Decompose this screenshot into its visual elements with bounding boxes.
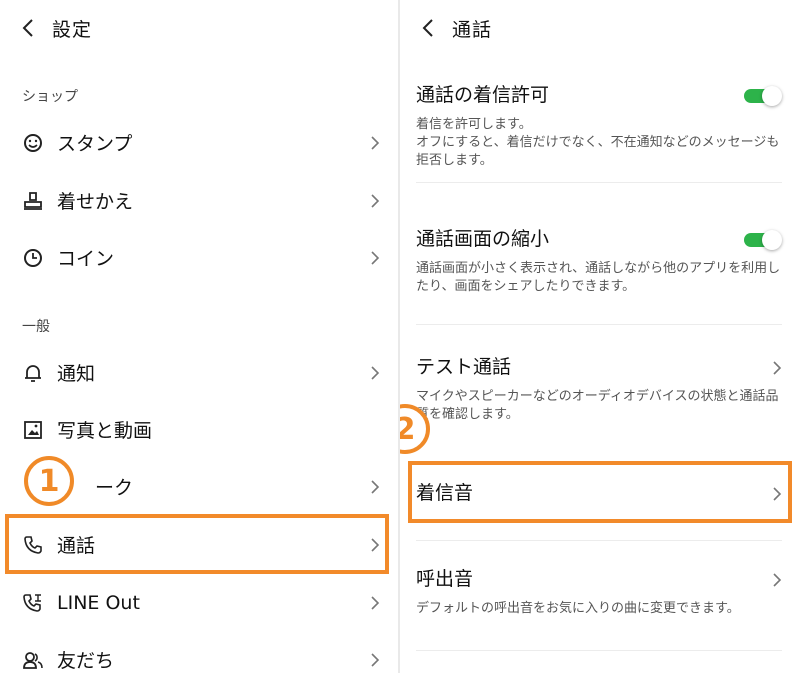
settings-item-notifications[interactable]: 通知 xyxy=(0,344,398,401)
setting-title: 通話の着信許可 xyxy=(416,84,550,106)
setting-title: テスト通話 xyxy=(416,356,512,378)
settings-item-label: 着せかえ xyxy=(57,191,134,213)
setting-description: マイクやスピーカーなどのオーディオデバイスの状態と通話品質を確認します。 xyxy=(416,389,779,422)
chevron-right-icon xyxy=(371,652,380,667)
settings-item-stamps[interactable]: スタンプ xyxy=(0,114,398,171)
chevron-right-icon xyxy=(371,365,380,380)
settings-item-coins[interactable]: コイン xyxy=(0,229,398,286)
section-label-general: 一般 xyxy=(22,319,50,335)
settings-item-themes[interactable]: 着せかえ xyxy=(0,172,398,229)
divider xyxy=(416,540,782,541)
settings-item-photos-videos[interactable]: 写真と動画 xyxy=(0,401,398,458)
friends-icon xyxy=(23,651,43,669)
setting-ringback-tone[interactable]: 呼出音 デフォルトの呼出音をお気に入りの曲に変更できます。 xyxy=(416,566,784,618)
setting-description: 通話画面が小さく表示され、通話しながら他のアプリを利用したり、画面をシェアしたり… xyxy=(416,261,781,294)
setting-minimize-call-screen: 通話画面の縮小 通話画面が小さく表示され、通話しながら他のアプリを利用したり、画… xyxy=(416,226,784,296)
setting-description: デフォルトの呼出音をお気に入りの曲に変更できます。 xyxy=(416,601,740,616)
toggle-minimize-call-screen[interactable] xyxy=(744,230,782,250)
chevron-right-icon xyxy=(773,361,782,375)
back-arrow-icon[interactable] xyxy=(18,17,40,39)
toggle-allow-incoming-calls[interactable] xyxy=(744,86,782,106)
divider xyxy=(416,182,782,183)
settings-panel: 設定 ショップ スタンプ 着せかえ コイン 一般 通知 写真と動画 ーク 通話 xyxy=(0,0,400,673)
call-settings-panel: 通話 通話の着信許可 着信を許可します。 オフにすると、着信だけでなく、不在通知… xyxy=(400,0,800,673)
settings-item-label: コイン xyxy=(57,248,115,270)
settings-header: 設定 xyxy=(18,8,92,48)
section-label-shop: ショップ xyxy=(22,89,78,105)
settings-item-line-out[interactable]: LINE Out xyxy=(0,574,398,631)
call-settings-header: 通話 xyxy=(418,8,492,48)
page-title: 設定 xyxy=(52,18,93,41)
chevron-right-icon xyxy=(371,250,380,265)
clock-coin-icon xyxy=(24,248,42,267)
setting-title: 呼出音 xyxy=(416,568,474,590)
chevron-right-icon xyxy=(371,193,380,208)
chevron-right-icon xyxy=(773,573,782,587)
bell-icon xyxy=(25,364,41,382)
setting-test-call[interactable]: テスト通話 マイクやスピーカーなどのオーディオデバイスの状態と通話品質を確認しま… xyxy=(416,354,784,424)
settings-item-label: 写真と動画 xyxy=(57,420,153,442)
settings-item-label: 通知 xyxy=(57,363,96,385)
setting-description: 着信を許可します。 オフにすると、着信だけでなく、不在通知などのメッセージも拒否… xyxy=(416,117,780,168)
divider xyxy=(416,650,782,651)
settings-item-label: ーク xyxy=(95,477,134,499)
stamp-icon xyxy=(24,191,42,210)
settings-item-label: 友だち xyxy=(57,650,115,672)
chevron-right-icon xyxy=(371,135,380,150)
divider xyxy=(416,324,782,325)
callout-number-1: 1 xyxy=(24,456,74,506)
back-arrow-icon[interactable] xyxy=(418,17,440,39)
settings-item-label: LINE Out xyxy=(57,591,140,614)
image-icon xyxy=(24,420,42,439)
highlight-box-calls xyxy=(5,514,389,574)
highlight-box-ringtone xyxy=(408,461,792,523)
chevron-right-icon xyxy=(371,479,380,494)
phone-out-icon xyxy=(23,593,41,612)
smiley-icon xyxy=(24,133,42,152)
chevron-right-icon xyxy=(371,595,380,610)
settings-item-label: スタンプ xyxy=(57,133,133,155)
setting-title: 通話画面の縮小 xyxy=(416,228,550,250)
setting-allow-incoming-calls: 通話の着信許可 着信を許可します。 オフにすると、着信だけでなく、不在通知などの… xyxy=(416,82,784,170)
settings-item-friends[interactable]: 友だち xyxy=(0,631,398,673)
page-title: 通話 xyxy=(452,18,493,41)
